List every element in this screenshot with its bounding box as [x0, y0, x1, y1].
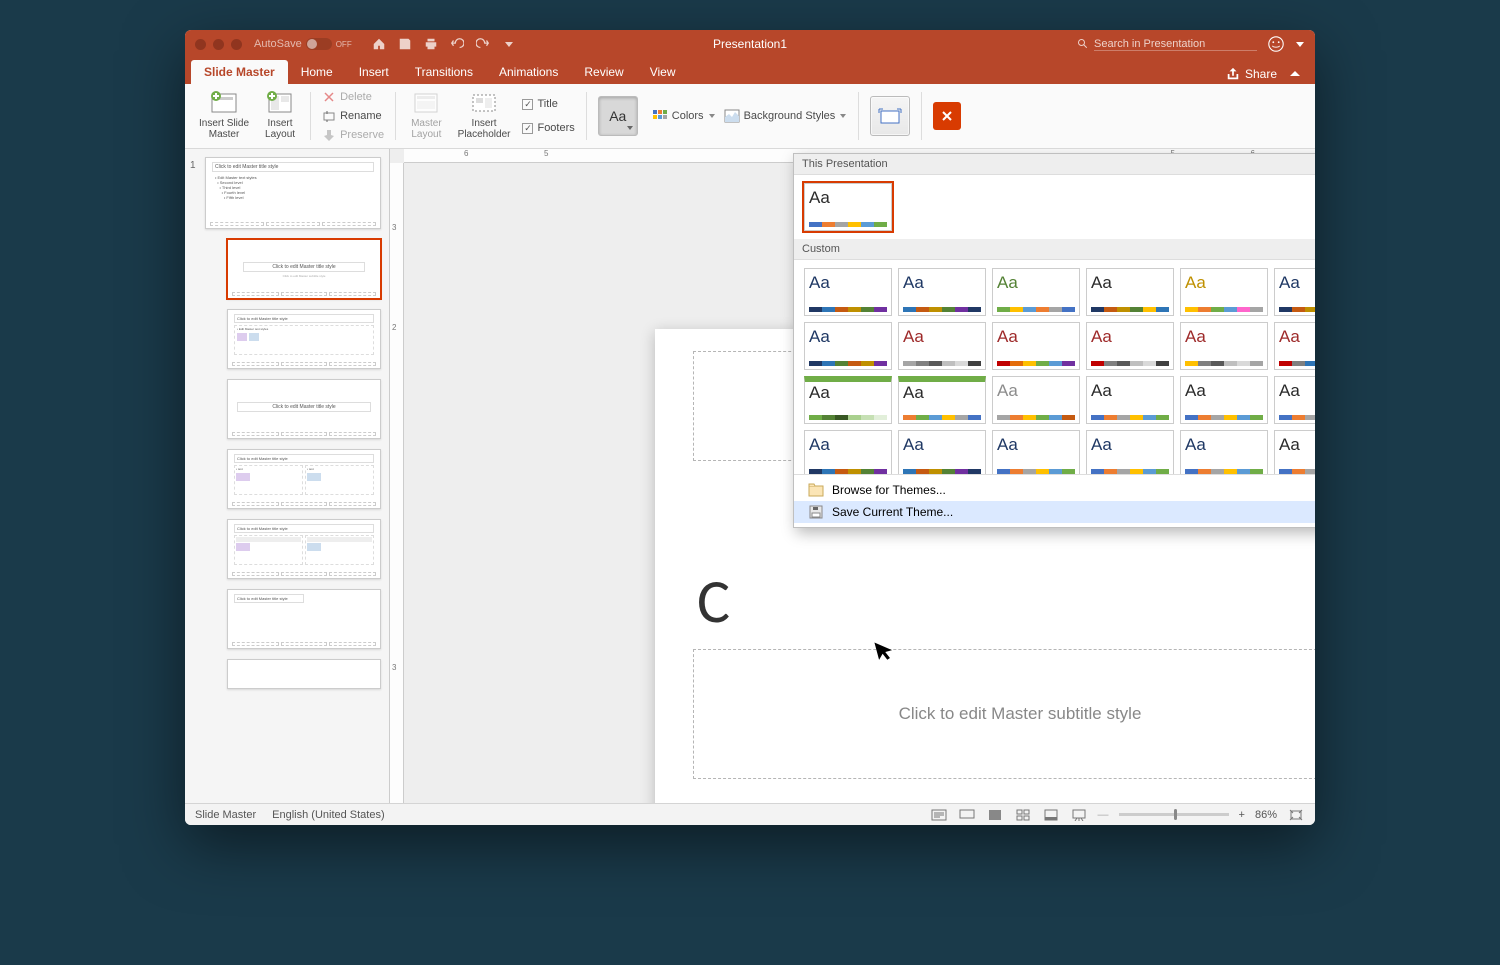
notes-button[interactable] — [930, 808, 948, 822]
tab-review[interactable]: Review — [571, 60, 636, 84]
status-view: Slide Master — [195, 809, 256, 821]
close-dot[interactable] — [195, 39, 206, 50]
theme-option[interactable]: Aa — [1180, 268, 1268, 316]
vertical-ruler: 3 2 3 — [390, 163, 404, 803]
redo-icon[interactable] — [472, 34, 494, 54]
delete-button[interactable]: Delete — [322, 88, 384, 105]
reading-view-icon[interactable] — [1042, 808, 1060, 822]
status-bar: Slide Master English (United States) — +… — [185, 803, 1315, 825]
home-icon[interactable] — [368, 34, 390, 54]
titlebar: AutoSave OFF Presentation1 Search in Pre… — [185, 30, 1315, 58]
slide-thumbnails-panel[interactable]: 1 Click to edit Master title style • Edi… — [185, 149, 390, 803]
theme-option[interactable]: Aa — [1274, 376, 1315, 424]
autosave-toggle[interactable]: AutoSave OFF — [254, 38, 352, 50]
save-theme-item[interactable]: Save Current Theme... — [794, 501, 1315, 523]
window-controls — [195, 39, 242, 50]
theme-option[interactable]: Aa — [992, 430, 1080, 474]
colors-dropdown[interactable]: Colors — [652, 107, 716, 125]
preserve-button[interactable]: Preserve — [322, 127, 384, 144]
slide-canvas[interactable]: 65 65 3 2 3 C Click to edit Master subti… — [390, 149, 1315, 803]
minimize-dot[interactable] — [213, 39, 224, 50]
theme-option[interactable]: Aa — [1086, 322, 1174, 370]
sorter-view-icon[interactable] — [1014, 808, 1032, 822]
tab-view[interactable]: View — [637, 60, 689, 84]
close-master-button[interactable] — [933, 102, 961, 130]
tab-insert[interactable]: Insert — [346, 60, 402, 84]
theme-option[interactable]: Aa — [898, 322, 986, 370]
collapse-ribbon-icon[interactable] — [1289, 68, 1301, 80]
zoom-slider[interactable] — [1119, 813, 1229, 816]
themes-dropdown-button[interactable]: Aa — [598, 96, 638, 136]
share-button[interactable]: Share — [1226, 67, 1277, 81]
qat-dropdown-icon[interactable] — [498, 34, 520, 54]
theme-option[interactable]: Aa — [1180, 376, 1268, 424]
save-icon[interactable] — [394, 34, 416, 54]
normal-view-icon[interactable] — [986, 808, 1004, 822]
tab-home[interactable]: Home — [288, 60, 346, 84]
section-custom: Custom — [794, 239, 1315, 260]
subtitle-placeholder[interactable]: Click to edit Master subtitle style — [693, 649, 1315, 779]
dropdown-icon[interactable] — [1295, 39, 1305, 49]
layout-thumbnail-5[interactable]: Click to edit Master title style — [227, 519, 381, 579]
theme-option[interactable]: Aa — [804, 322, 892, 370]
undo-icon[interactable] — [446, 34, 468, 54]
insert-layout-button[interactable]: Insert Layout — [261, 88, 299, 144]
insert-slide-master-button[interactable]: Insert Slide Master — [195, 88, 253, 144]
theme-option[interactable]: Aa — [1180, 322, 1268, 370]
title-checkbox[interactable]: ✓Title — [522, 95, 574, 113]
master-thumbnail[interactable]: 1 Click to edit Master title style • Edi… — [205, 157, 381, 229]
tab-slide-master[interactable]: Slide Master — [191, 60, 288, 84]
theme-option[interactable]: Aa — [992, 322, 1080, 370]
theme-option[interactable]: Aa — [804, 183, 892, 231]
tab-animations[interactable]: Animations — [486, 60, 571, 84]
theme-option[interactable]: Aa — [898, 430, 986, 474]
layout-thumbnail-4[interactable]: Click to edit Master title style • text … — [227, 449, 381, 509]
browse-themes-item[interactable]: Browse for Themes... — [794, 479, 1315, 501]
theme-option[interactable]: Aa — [804, 430, 892, 474]
theme-option[interactable]: Aa — [898, 376, 986, 424]
section-this-presentation: This Presentation — [794, 154, 1315, 175]
slideshow-view-icon[interactable] — [1070, 808, 1088, 822]
search-box[interactable]: Search in Presentation — [1077, 38, 1257, 51]
master-layout-button[interactable]: Master Layout — [407, 88, 446, 144]
layout-thumbnail-1[interactable]: Click to edit Master title style Click t… — [227, 239, 381, 299]
background-styles-dropdown[interactable]: Background Styles — [724, 107, 848, 125]
theme-option[interactable]: Aa — [1086, 430, 1174, 474]
slide-size-button[interactable] — [870, 96, 910, 136]
theme-option[interactable]: Aa — [804, 376, 892, 424]
layout-thumbnail-7[interactable] — [227, 659, 381, 689]
zoom-dot[interactable] — [231, 39, 242, 50]
print-icon[interactable] — [420, 34, 442, 54]
theme-option[interactable]: Aa — [1274, 430, 1315, 474]
layout-thumbnail-3[interactable]: Click to edit Master title style — [227, 379, 381, 439]
rename-button[interactable]: Rename — [322, 107, 384, 124]
footers-checkbox[interactable]: ✓Footers — [522, 119, 574, 137]
account-icon[interactable] — [1267, 35, 1285, 53]
theme-option[interactable]: Aa — [1086, 268, 1174, 316]
theme-option[interactable]: Aa — [804, 268, 892, 316]
tab-bar: Slide Master Home Insert Transitions Ani… — [185, 58, 1315, 84]
status-language[interactable]: English (United States) — [272, 809, 385, 821]
tab-transitions[interactable]: Transitions — [402, 60, 486, 84]
theme-option[interactable]: Aa — [1274, 322, 1315, 370]
theme-option[interactable]: Aa — [1086, 376, 1174, 424]
document-title: Presentation1 — [713, 37, 787, 51]
zoom-level[interactable]: 86% — [1255, 809, 1277, 821]
themes-dropdown-panel: This Presentation Aa Custom AaAaAaAaAaAa… — [793, 153, 1315, 528]
ribbon: Insert Slide Master Insert Layout Delete… — [185, 84, 1315, 149]
layout-thumbnail-6[interactable]: Click to edit Master title style — [227, 589, 381, 649]
fit-to-window-icon[interactable] — [1287, 808, 1305, 822]
comments-button[interactable] — [958, 808, 976, 822]
layout-thumbnail-2[interactable]: Click to edit Master title style • Edit … — [227, 309, 381, 369]
theme-option[interactable]: Aa — [992, 268, 1080, 316]
theme-option[interactable]: Aa — [1180, 430, 1268, 474]
theme-option[interactable]: Aa — [992, 376, 1080, 424]
theme-option[interactable]: Aa — [1274, 268, 1315, 316]
workspace: 1 Click to edit Master title style • Edi… — [185, 149, 1315, 803]
app-window: AutoSave OFF Presentation1 Search in Pre… — [185, 30, 1315, 825]
insert-placeholder-button[interactable]: Insert Placeholder — [454, 88, 515, 144]
theme-option[interactable]: Aa — [898, 268, 986, 316]
